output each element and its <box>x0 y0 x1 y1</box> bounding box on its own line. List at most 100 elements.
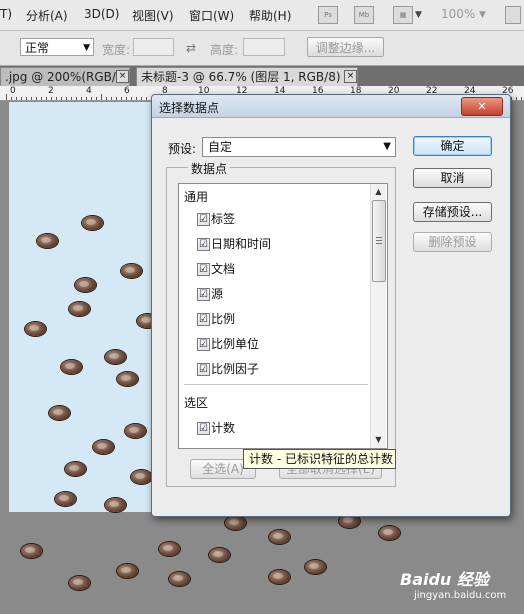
list-scrollbar[interactable]: ▲ ▼ <box>370 184 386 448</box>
style-select[interactable]: 正常 ▼ <box>20 38 94 56</box>
menu-item-help[interactable]: 帮助(H) <box>249 7 291 24</box>
ruler-tick <box>16 97 17 100</box>
width-input[interactable] <box>133 38 174 56</box>
watermark-url: jingyan.baidu.com <box>414 590 507 601</box>
screen-mode-icon[interactable]: ▦ <box>393 6 413 24</box>
ruler-tick <box>136 97 137 100</box>
ruler-tick <box>116 97 117 100</box>
ruler-tick <box>81 97 82 100</box>
checkbox[interactable]: ☑ <box>197 422 210 435</box>
ruler-tick <box>46 97 47 100</box>
ok-button[interactable]: 确定 <box>413 136 492 156</box>
menu-item-3d[interactable]: 3D(D) <box>84 7 119 21</box>
ruler-tick <box>26 97 27 100</box>
data-points-list[interactable]: 通用 ☑ 标签 ☑ 日期和时间 ☑ 文档 ☑ 源 ☑ 比例 ☑ 比例单位 ☑ 比… <box>178 183 388 449</box>
ps-icon[interactable]: Ps <box>318 6 338 24</box>
seed-image <box>121 264 142 278</box>
tab-document-2[interactable]: 未标题-3 @ 66.7% (图层 1, RGB/8) * <box>136 67 358 86</box>
grip-line <box>376 240 382 241</box>
ruler-tick <box>106 97 107 100</box>
ruler-tick <box>511 97 512 100</box>
ruler-tick <box>121 97 122 100</box>
close-button[interactable]: ✕ <box>461 97 503 116</box>
list-item-text: 计数 <box>211 421 236 435</box>
chevron-down-icon[interactable]: ▼ <box>479 10 486 20</box>
refine-edge-button[interactable]: 调整边缘... <box>307 37 384 57</box>
style-value: 正常 <box>25 41 50 55</box>
ruler-tick <box>521 97 522 100</box>
mb-icon[interactable]: Mb <box>354 6 374 24</box>
cancel-button[interactable]: 取消 <box>413 168 492 188</box>
zoom-level[interactable]: 100% <box>441 7 475 21</box>
ruler-tick <box>66 97 67 100</box>
section-divider <box>184 384 368 385</box>
document-tab-bar: .jpg @ 200%(RGB/8) × 未标题-3 @ 66.7% (图层 1… <box>0 66 524 86</box>
checkbox[interactable]: ☑ <box>197 363 210 376</box>
ruler-tick <box>51 97 52 100</box>
menu-item-0[interactable]: T) <box>0 7 12 21</box>
ruler-tick <box>146 97 147 100</box>
scroll-up-icon[interactable]: ▲ <box>372 185 385 198</box>
dialog-title-bar[interactable]: 选择数据点 ✕ <box>152 95 510 118</box>
seed-image <box>61 360 82 374</box>
ruler-label: 6 <box>124 86 130 96</box>
checkbox[interactable]: ☑ <box>197 238 210 251</box>
checkbox[interactable]: ☑ <box>197 288 210 301</box>
height-input[interactable] <box>243 38 285 56</box>
list-item-text: 比例 <box>211 312 236 326</box>
chevron-down-icon[interactable]: ▼ <box>415 10 422 20</box>
swap-icon[interactable]: ⇄ <box>186 41 196 55</box>
seed-image <box>25 322 46 336</box>
ruler-tick <box>86 97 87 100</box>
ruler-tick <box>91 97 92 100</box>
checkbox[interactable]: ☑ <box>197 263 210 276</box>
menu-item-view[interactable]: 视图(V) <box>132 7 174 24</box>
data-points-group-label: 数据点 <box>188 160 231 177</box>
seed-image <box>131 470 152 484</box>
ruler-tick <box>141 97 142 100</box>
tab-label: .jpg @ 200%(RGB/8) <box>5 70 129 84</box>
scroll-thumb[interactable] <box>372 200 386 282</box>
checkbox[interactable]: ☑ <box>197 338 210 351</box>
list-item-text: 源 <box>211 287 224 301</box>
list-item-text: 比例因子 <box>211 362 260 376</box>
ruler-tick <box>131 97 132 100</box>
save-preset-button[interactable]: 存储预设... <box>413 202 492 222</box>
menu-item-window[interactable]: 窗口(W) <box>189 7 234 24</box>
ruler-tick <box>96 97 97 100</box>
seed-image <box>169 572 190 586</box>
seed-image <box>69 302 90 316</box>
ruler-tick <box>61 97 62 100</box>
ruler-tick <box>71 97 72 100</box>
options-bar: 正常 ▼ 宽度: ⇄ 高度: 调整边缘... <box>0 31 524 66</box>
ruler-label: 0 <box>10 86 16 96</box>
ruler-tick <box>6 94 7 100</box>
ruler-tick <box>76 97 77 100</box>
preset-value: 自定 <box>208 140 233 154</box>
seed-image <box>159 542 180 556</box>
delete-preset-button[interactable]: 删除预设 <box>413 232 492 252</box>
preset-select[interactable]: 自定 ▼ <box>202 137 396 157</box>
ruler-tick <box>111 97 112 100</box>
ruler-tick <box>516 97 517 100</box>
ruler-tick <box>36 97 37 100</box>
tab-document-1[interactable]: .jpg @ 200%(RGB/8) <box>0 67 130 86</box>
menu-item-analysis[interactable]: 分析(A) <box>26 7 68 24</box>
arrange-icon[interactable] <box>505 6 521 24</box>
checkbox[interactable]: ☑ <box>197 213 210 226</box>
seed-image <box>49 406 70 420</box>
grip-line <box>376 243 382 244</box>
ruler-label: 2 <box>48 86 54 96</box>
chevron-down-icon: ▼ <box>83 43 90 53</box>
grip-line <box>376 237 382 238</box>
seed-image <box>305 560 326 574</box>
seed-image <box>65 462 86 476</box>
seed-image <box>75 278 96 292</box>
ruler-tick <box>21 97 22 100</box>
scroll-down-icon[interactable]: ▼ <box>372 433 385 446</box>
close-icon[interactable]: × <box>116 70 129 83</box>
seed-image <box>125 424 146 438</box>
close-icon[interactable]: × <box>344 70 357 83</box>
checkbox[interactable]: ☑ <box>197 313 210 326</box>
ruler-tick <box>56 97 57 100</box>
